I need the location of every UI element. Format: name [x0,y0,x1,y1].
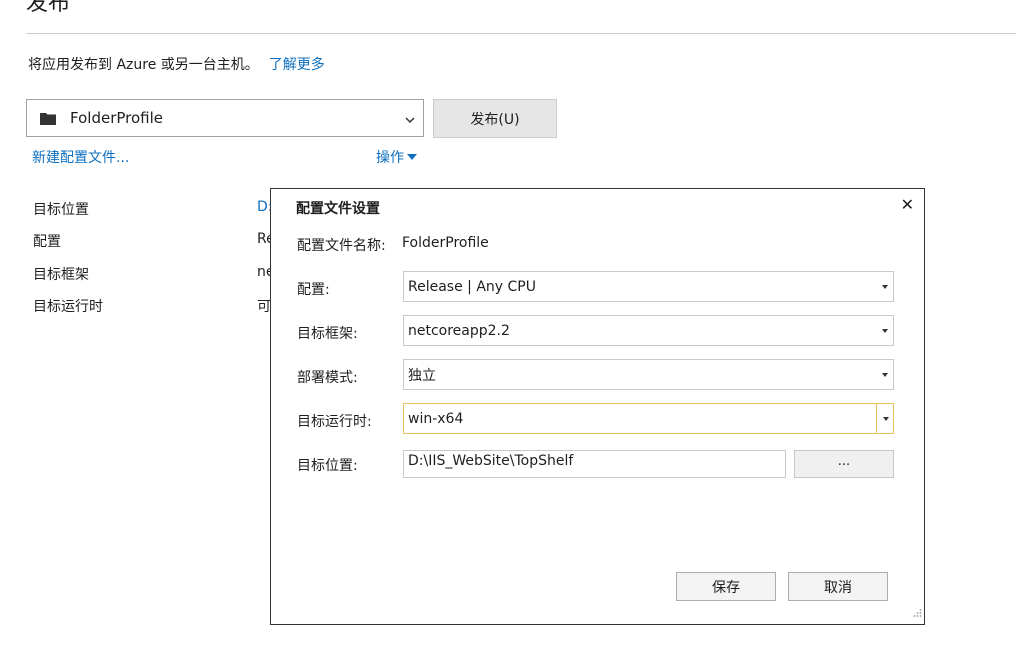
summary-label-configuration: 配置 [33,234,61,250]
dropdown-separator [876,404,877,433]
dropdown-arrow-icon[interactable] [883,417,889,421]
profile-dropdown[interactable]: FolderProfile [26,99,424,137]
actions-menu[interactable]: 操作 [376,147,417,167]
title-divider [26,33,1016,34]
dropdown-arrow-icon [882,329,888,333]
profile-name-label: 配置文件名称: [297,238,386,254]
location-input[interactable]: D:\IIS_WebSite\TopShelf [403,450,786,478]
actions-label: 操作 [376,150,404,166]
deployment-mode-label: 部署模式: [297,370,358,386]
summary-value-location[interactable]: D: [257,199,271,215]
save-button[interactable]: 保存 [676,572,776,601]
profile-name-value: FolderProfile [402,235,489,251]
folder-icon [40,112,56,125]
runtime-select[interactable]: win-x64 [403,403,894,434]
summary-label-framework: 目标框架 [33,267,89,283]
configuration-select[interactable]: Release | Any CPU [403,271,894,302]
framework-value: netcoreapp2.2 [408,322,510,339]
chevron-down-icon [405,112,415,128]
location-label: 目标位置: [297,458,358,474]
configuration-value: Release | Any CPU [408,278,536,295]
close-icon[interactable]: ✕ [901,195,914,214]
summary-label-location: 目标位置 [33,202,89,218]
caret-down-icon [407,154,417,160]
resize-grip-icon[interactable] [912,606,922,622]
dropdown-arrow-icon [882,285,888,289]
summary-label-runtime: 目标运行时 [33,299,103,315]
browse-button[interactable]: ... [794,450,894,478]
runtime-value: win-x64 [408,410,464,427]
learn-more-link[interactable]: 了解更多 [269,57,325,73]
summary-value-configuration: Re [257,231,271,247]
deployment-mode-select[interactable]: 独立 [403,359,894,390]
framework-select[interactable]: netcoreapp2.2 [403,315,894,346]
profile-name: FolderProfile [70,109,163,127]
description-text: 将应用发布到 Azure 或另一台主机。 [28,57,259,73]
dropdown-arrow-icon [882,373,888,377]
dialog-title: 配置文件设置 [296,201,380,217]
page-title: 发布 [26,0,71,16]
cancel-button[interactable]: 取消 [788,572,888,601]
summary-value-runtime: 可 [257,299,271,315]
framework-label: 目标框架: [297,326,358,342]
publish-button[interactable]: 发布(U) [433,99,557,138]
runtime-label: 目标运行时: [297,414,372,430]
new-profile-link[interactable]: 新建配置文件... [32,147,129,167]
profile-settings-dialog: 配置文件设置 ✕ 配置文件名称: FolderProfile 配置: Relea… [270,188,925,625]
configuration-label: 配置: [297,282,330,298]
summary-value-framework: ne [257,264,271,280]
page-description: 将应用发布到 Azure 或另一台主机。 了解更多 [28,55,325,75]
deployment-mode-value: 独立 [408,367,436,384]
